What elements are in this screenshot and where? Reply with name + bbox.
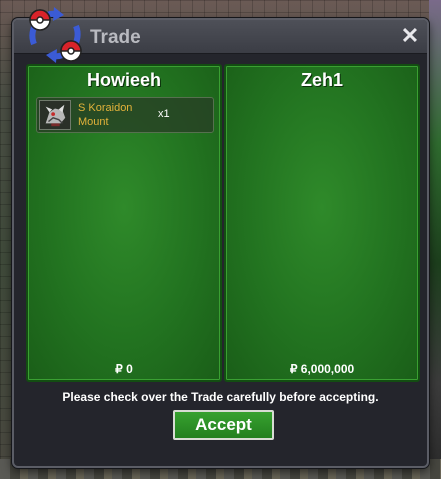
trade-window: Trade ✕ Howieeh S Koraidon Mount x1 ₽ 0 …: [12, 7, 429, 468]
close-button[interactable]: ✕: [399, 25, 421, 47]
koraidon-mount-icon: [39, 100, 71, 130]
window-title: Trade: [90, 27, 141, 48]
money-offer: ₽ 6,000,000: [289, 362, 355, 376]
item-name: S Koraidon Mount: [78, 102, 133, 128]
item-quantity: x1: [158, 108, 170, 120]
accept-button[interactable]: Accept: [173, 410, 274, 440]
player-name: Howieeh: [86, 70, 161, 90]
trade-panel-partner: Zeh1 ₽ 6,000,000: [224, 64, 420, 382]
trade-panel-self: Howieeh S Koraidon Mount x1 ₽ 0: [26, 64, 222, 382]
trade-icon: [29, 7, 82, 63]
world-edge-right: [429, 0, 441, 479]
trade-item[interactable]: S Koraidon Mount x1: [36, 97, 214, 133]
player-name: Zeh1: [300, 70, 343, 90]
trade-notice: Please check over the Trade carefully be…: [62, 390, 379, 404]
money-offer: ₽ 0: [115, 362, 133, 376]
